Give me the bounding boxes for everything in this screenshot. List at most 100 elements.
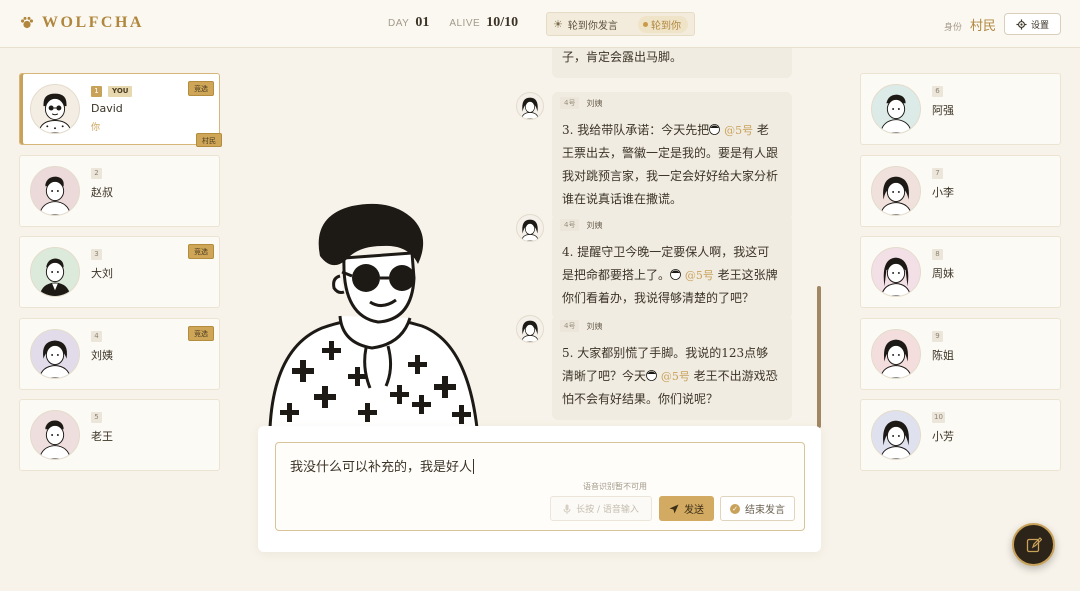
speech-input[interactable]: 我没什么可以补充的，我是好人 语音识别暂不可用 长按 / 语音输入 发送 ✓ 结… (275, 442, 805, 531)
message-player-number: 4号 (560, 219, 580, 231)
settings-button[interactable]: 设置 (1004, 13, 1061, 35)
avatar (30, 166, 80, 216)
avatar (871, 329, 921, 379)
identity: 身份 村民 (944, 15, 996, 34)
send-icon (669, 504, 679, 513)
game-stats: DAY 01 ALIVE 10/10 (388, 15, 532, 31)
turn-indicator: ☀ 轮到你发言 轮到你 (546, 12, 695, 36)
message-header: 4号 刘姨 (560, 320, 602, 332)
message-player-name: 刘姨 (586, 98, 603, 108)
sun-icon: ☀ (553, 17, 563, 31)
gear-icon (1016, 18, 1027, 30)
speech-input-value: 我没什么可以补充的，我是好人 (290, 460, 473, 475)
you-badge: YOU (108, 86, 133, 97)
player-number: 3 (91, 249, 102, 260)
avatar (871, 247, 921, 297)
player-number: 8 (932, 249, 943, 260)
player-face-icon (709, 124, 721, 135)
election-badge: 竞选 (188, 81, 214, 96)
player-name: 小李 (932, 186, 954, 199)
settings-label: 设置 (1030, 20, 1049, 31)
player-number: 9 (932, 331, 943, 342)
election-badge: 竞选 (188, 244, 214, 259)
player-name: 大刘 (91, 267, 113, 280)
voice-button-label: 长按 / 语音输入 (576, 505, 639, 515)
player-number: 1 (91, 86, 102, 97)
player-name: 阿强 (932, 104, 954, 117)
avatar (871, 166, 921, 216)
alive-label: ALIVE (449, 18, 481, 29)
turn-badge: 轮到你 (638, 15, 688, 33)
player-card-3[interactable]: 3 大刘 竞选 (19, 236, 220, 308)
day-label: DAY (388, 18, 410, 29)
send-button[interactable]: 发送 (659, 496, 714, 521)
player-name: 老王 (91, 430, 113, 443)
message-player-name: 刘姨 (586, 321, 603, 331)
player-card-5[interactable]: 5 老王 (19, 399, 220, 471)
notes-button[interactable] (1012, 523, 1055, 566)
player-card-4[interactable]: 4 刘姨 竞选 (19, 318, 220, 390)
alive-value: 10/10 (486, 15, 519, 30)
avatar (30, 84, 80, 134)
identity-value: 村民 (970, 19, 997, 34)
message-header: 4号 刘姨 (560, 97, 602, 109)
end-speech-button[interactable]: ✓ 结束发言 (720, 496, 795, 521)
player-number: 4 (91, 331, 102, 342)
turn-badge-label: 轮到你 (651, 20, 681, 32)
logo-text: WOLFCHA (42, 14, 144, 31)
player-face-icon (646, 370, 657, 381)
player-name: 刘姨 (91, 349, 113, 362)
edit-icon (1026, 536, 1042, 552)
message-text: 3. 我给带队承诺：今天先把 (562, 123, 710, 137)
message-player-name: 刘姨 (586, 220, 603, 230)
avatar (871, 84, 921, 134)
player-sub: 你 (91, 123, 101, 133)
top-bar: WOLFCHA DAY 01 ALIVE 10/10 ☀ 轮到你发言 轮到你 身… (0, 0, 1080, 48)
voice-status-note: 语音识别暂不可用 (583, 482, 647, 491)
status-dot-icon (643, 21, 648, 27)
player-name: 陈姐 (932, 349, 954, 362)
player-mention[interactable]: @5号 (685, 269, 714, 282)
chat-scrollbar[interactable] (817, 286, 821, 428)
player-card-7[interactable]: 7 小李 (860, 155, 1061, 227)
send-button-label: 发送 (684, 505, 704, 516)
microphone-icon (563, 504, 571, 514)
message-avatar (516, 315, 544, 343)
role-tag: 村民 (196, 133, 222, 147)
message-player-number: 4号 (560, 97, 580, 109)
message-player-number: 4号 (560, 320, 580, 332)
player-mention[interactable]: @5号 (661, 370, 690, 383)
turn-text: 轮到你发言 (567, 20, 618, 32)
message-bubble: 3. 我给带队承诺：今天先把 @5号 老王票出去，警徽一定是我的。要是有人跟我对… (552, 92, 792, 220)
player-number: 5 (91, 412, 102, 423)
logo: WOLFCHA (20, 14, 144, 32)
player-number: 6 (932, 86, 943, 97)
avatar (871, 410, 921, 460)
player-mention[interactable]: @5号 (724, 124, 753, 137)
player-illustration (262, 198, 484, 430)
chat-log[interactable]: 子，肯定会露出马脚。 3. 我给带队承诺：今天先把 @5号 老王票出去，警徽一定… (508, 48, 808, 428)
player-face-icon (670, 269, 681, 280)
player-name: 赵叔 (91, 186, 113, 199)
avatar (30, 247, 80, 297)
player-card-1[interactable]: 1 YOU David 你 竞选 村民 (19, 73, 222, 147)
message-header: 4号 刘姨 (560, 219, 602, 231)
player-name: 小芳 (932, 430, 954, 443)
character-illustration-icon (268, 203, 479, 430)
avatar (30, 329, 80, 379)
check-icon: ✓ (730, 503, 740, 514)
message-avatar (516, 92, 544, 120)
player-card-10[interactable]: 10 小芳 (860, 399, 1061, 471)
player-number: 7 (932, 168, 943, 179)
player-card-2[interactable]: 2 赵叔 (19, 155, 220, 227)
text-caret (473, 459, 475, 474)
chat-message-partial: 子，肯定会露出马脚。 (508, 48, 798, 82)
voice-input-button[interactable]: 长按 / 语音输入 (550, 496, 652, 521)
player-card-8[interactable]: 8 周妹 (860, 236, 1061, 308)
player-card-9[interactable]: 9 陈姐 (860, 318, 1061, 390)
wolf-paw-icon (21, 16, 33, 29)
player-card-6[interactable]: 6 阿强 (860, 73, 1061, 145)
message-avatar (516, 214, 544, 242)
identity-label: 身份 (944, 23, 963, 33)
speech-input-text[interactable]: 我没什么可以补充的，我是好人 (290, 456, 475, 475)
